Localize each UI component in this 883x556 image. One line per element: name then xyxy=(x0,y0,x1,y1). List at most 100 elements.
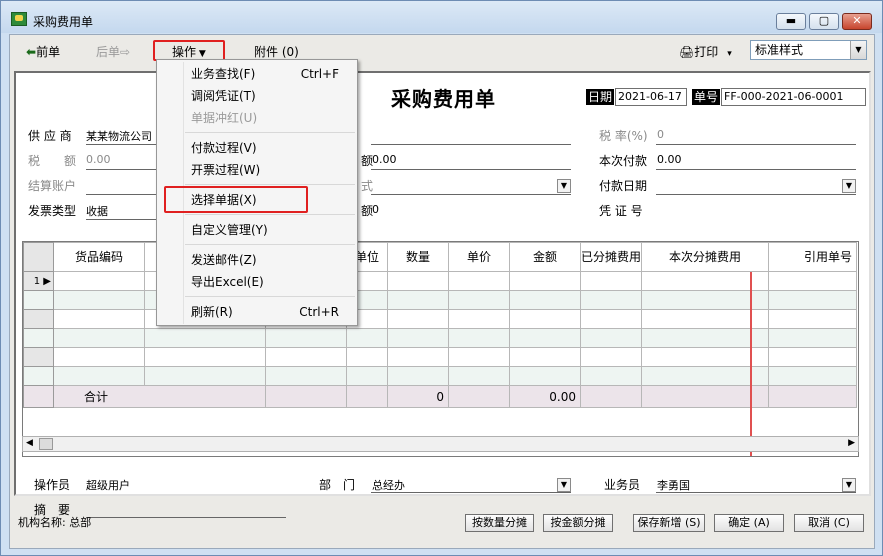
client-area: ⬅前单 后单⇨ 操作 ▼ 附件 (0) 🖨打印 ▾ 标准样式 ▼ 采购费用单 日… xyxy=(9,34,875,549)
menu-separator xyxy=(185,184,355,185)
table-row[interactable] xyxy=(23,290,857,310)
print-button[interactable]: 🖨打印 ▾ xyxy=(679,43,732,61)
chevron-down-icon[interactable]: ▼ xyxy=(557,478,571,492)
title-bar: 采购费用单 ▬ ▢ ✕ xyxy=(1,1,882,33)
mid-amount2-field[interactable]: 0 xyxy=(372,203,379,216)
menu-item-send-email[interactable]: 发送邮件(Z) xyxy=(191,250,351,270)
doc-no-field[interactable]: FF-000-2021-06-0001 xyxy=(721,88,866,106)
menu-item-custom-management[interactable]: 自定义管理(Y) xyxy=(191,220,351,240)
caret-down-icon: ▾ xyxy=(718,49,732,59)
chevron-down-icon[interactable]: ▼ xyxy=(842,478,856,492)
pay-date-label: 付款日期 xyxy=(599,179,648,193)
horizontal-scrollbar[interactable]: ◀ ▶ xyxy=(22,436,859,452)
table-row[interactable] xyxy=(23,366,857,386)
menu-item-view-voucher[interactable]: 调阅凭证(T) xyxy=(191,86,351,106)
maximize-button[interactable]: ▢ xyxy=(809,13,839,30)
settle-account-label: 结算账户 xyxy=(28,179,77,193)
cancel-button[interactable]: 取消 (C) xyxy=(794,514,864,532)
supplier-label: 供 应 商 xyxy=(28,129,72,143)
minimize-button[interactable]: ▬ xyxy=(776,13,806,30)
column-header[interactable]: 数量 xyxy=(387,242,449,272)
invoice-type-underline xyxy=(86,219,166,220)
total-label: 合计 xyxy=(53,385,266,408)
supplier-field[interactable]: 某某物流公司 xyxy=(86,128,152,144)
table-row[interactable]: 1 ▶ xyxy=(23,271,857,291)
column-header[interactable]: 单价 xyxy=(448,242,510,272)
invoice-type-field[interactable]: 收据 xyxy=(86,203,108,219)
chevron-down-icon[interactable]: ▼ xyxy=(557,179,571,193)
pay-date-underline xyxy=(656,194,856,195)
summary-field[interactable] xyxy=(86,517,286,518)
scroll-left-icon[interactable]: ◀ xyxy=(26,438,33,448)
allocate-by-qty-button[interactable]: 按数量分摊 xyxy=(465,514,534,532)
menu-separator xyxy=(185,296,355,297)
column-divider xyxy=(750,272,752,456)
scroll-right-icon[interactable]: ▶ xyxy=(848,438,855,448)
tax-rate-underline xyxy=(656,144,856,145)
table-row[interactable] xyxy=(23,328,857,348)
tax-amount-underline xyxy=(86,169,166,170)
table-row[interactable] xyxy=(23,309,857,329)
caret-down-icon: ▼ xyxy=(196,49,206,59)
tax-rate-label: 税 率(%) xyxy=(599,129,648,143)
total-amount: 0.00 xyxy=(509,385,581,408)
tax-rate-field[interactable]: 0 xyxy=(657,128,664,141)
menu-item-refresh[interactable]: 刷新(R) Ctrl+R xyxy=(191,302,351,322)
row-header[interactable]: 1 ▶ xyxy=(23,271,54,291)
document-title: 采购费用单 xyxy=(391,87,496,111)
salesman-label: 业务员 xyxy=(604,478,641,492)
date-field[interactable]: 2021-06-17 xyxy=(615,88,687,106)
total-qty: 0 xyxy=(387,385,449,408)
column-header[interactable]: 金额 xyxy=(509,242,581,272)
menu-separator xyxy=(185,214,355,215)
menu-item-payment-process[interactable]: 付款过程(V) xyxy=(191,138,351,158)
doc-no-label: 单号 xyxy=(692,89,721,105)
select-document-highlight xyxy=(164,186,308,213)
operator-field[interactable]: 超级用户 xyxy=(86,477,130,493)
allocate-by-amount-button[interactable]: 按金额分摊 xyxy=(543,514,613,532)
menu-separator xyxy=(185,132,355,133)
mid-combo-underline xyxy=(371,194,571,195)
next-button[interactable]: 后单⇨ xyxy=(96,43,130,61)
menu-item-business-search[interactable]: 业务查找(F) Ctrl+F xyxy=(191,64,351,84)
prev-button[interactable]: ⬅前单 xyxy=(26,43,60,61)
operations-dropdown-menu: 业务查找(F) Ctrl+F 调阅凭证(T) 单据冲红(U) 付款过程(V) 开票… xyxy=(156,59,358,326)
org-name: 机构名称: 总部 xyxy=(18,516,92,529)
corner-cell xyxy=(23,242,54,272)
column-header[interactable]: 货品编码 xyxy=(53,242,145,272)
menu-item-invoice-process[interactable]: 开票过程(W) xyxy=(191,160,351,180)
mid-combo-label: 式 xyxy=(361,179,374,193)
total-row: 合计 0 0.00 xyxy=(23,385,857,408)
detail-table: 货品编码 单位 数量 单价 金额 已分摊费用 本次分摊费用 引用单号 1 ▶ 合… xyxy=(23,242,857,408)
mid-underline-1 xyxy=(371,144,571,145)
menu-item-export-excel[interactable]: 导出Excel(E) xyxy=(191,272,351,292)
chevron-down-icon[interactable]: ▼ xyxy=(842,179,856,193)
date-label: 日期 xyxy=(586,89,615,105)
table-row[interactable] xyxy=(23,347,857,367)
operator-label: 操作员 xyxy=(34,478,71,492)
printer-icon: 🖨 xyxy=(679,45,695,59)
voucher-label: 凭 证 号 xyxy=(599,204,643,218)
dept-underline xyxy=(371,492,571,493)
print-style-select[interactable]: 标准样式 ▼ xyxy=(750,40,867,60)
ok-button[interactable]: 确定 (A) xyxy=(714,514,784,532)
tax-amount-field[interactable]: 0.00 xyxy=(86,153,111,166)
invoice-type-label: 发票类型 xyxy=(28,204,77,218)
pay-now-label: 本次付款 xyxy=(599,154,648,168)
save-new-button[interactable]: 保存新增 (S) xyxy=(633,514,705,532)
column-header[interactable]: 引用单号 xyxy=(768,242,857,272)
scroll-thumb[interactable] xyxy=(39,438,53,450)
chevron-down-icon[interactable]: ▼ xyxy=(850,41,866,59)
menu-item-reverse-document[interactable]: 单据冲红(U) xyxy=(191,108,351,128)
pay-now-field[interactable]: 0.00 xyxy=(657,153,682,166)
salesman-field[interactable]: 李勇国 xyxy=(657,477,690,493)
close-button[interactable]: ✕ xyxy=(842,13,872,30)
column-header[interactable]: 本次分摊费用 xyxy=(641,242,769,272)
toolbar: ⬅前单 后单⇨ 操作 ▼ 附件 (0) 🖨打印 ▾ 标准样式 ▼ xyxy=(10,35,874,69)
dept-field[interactable]: 总经办 xyxy=(372,477,405,493)
mid-amount-field[interactable]: 0.00 xyxy=(372,153,397,166)
menu-separator xyxy=(185,244,355,245)
column-header[interactable]: 已分摊费用 xyxy=(580,242,642,272)
app-icon xyxy=(11,12,27,26)
arrow-left-icon: ⬅ xyxy=(26,45,37,59)
